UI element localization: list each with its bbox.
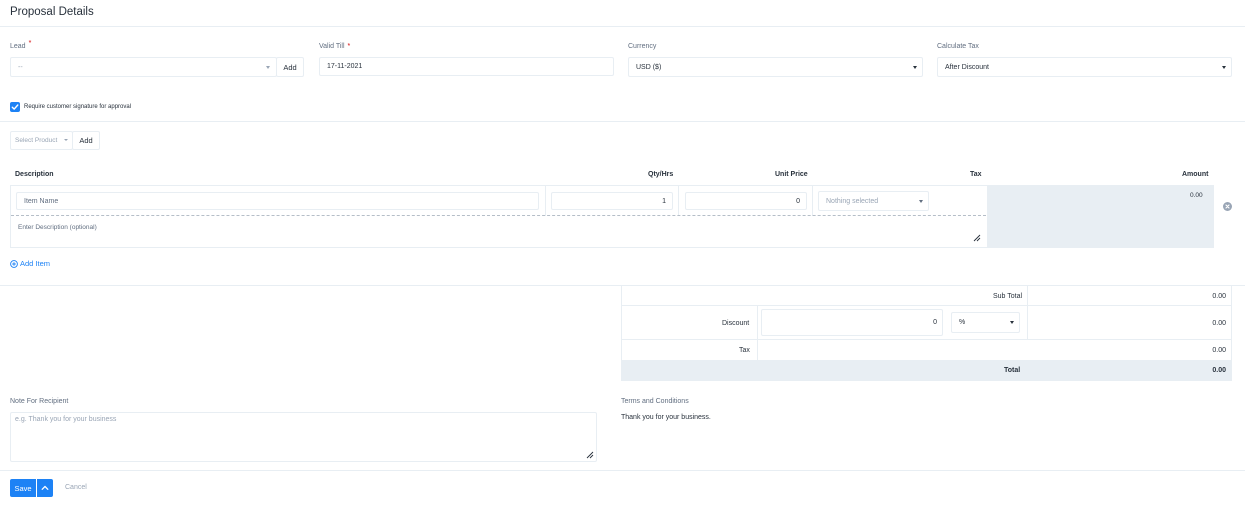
lead-select-value: -- [18, 63, 23, 71]
add-product-button[interactable]: Add [72, 131, 100, 150]
terms-text: Thank you for your business. [621, 414, 711, 421]
chevron-down-icon [913, 66, 917, 69]
chevron-down-icon [266, 66, 270, 69]
cancel-button[interactable]: Cancel [65, 484, 87, 491]
header-divider [0, 26, 1245, 27]
plus-circle-icon [10, 259, 18, 268]
calculate-tax-select[interactable]: After Discount [937, 57, 1232, 77]
lead-label: Lead * [10, 40, 32, 50]
product-select[interactable]: Select Product [10, 131, 73, 150]
tax-value: 0.00 [1212, 347, 1226, 354]
note-label: Note For Recipient [10, 398, 69, 405]
discount-label: Discount [722, 320, 750, 327]
resize-handle-icon [973, 234, 981, 242]
resize-handle-icon [586, 451, 594, 459]
discount-input[interactable]: 0 [761, 309, 943, 336]
amount-cell [987, 186, 1214, 248]
save-options-button[interactable] [37, 479, 53, 497]
tax-select[interactable]: Nothing selected [818, 191, 929, 211]
tax-label: Tax [739, 347, 750, 354]
chevron-down-icon [919, 200, 923, 203]
save-button[interactable]: Save [10, 479, 36, 497]
page-title: Proposal Details [10, 6, 94, 18]
currency-select[interactable]: USD ($) [628, 57, 923, 77]
signature-checkbox[interactable] [10, 102, 20, 112]
calculate-tax-label: Calculate Tax [937, 43, 979, 50]
sub-total-value: 0.00 [1212, 293, 1226, 300]
remove-item-icon[interactable] [1223, 202, 1232, 211]
discount-type-select[interactable]: % [951, 312, 1020, 333]
column-header-amount: Amount [1182, 171, 1209, 178]
add-item-link[interactable]: Add Item [10, 259, 50, 268]
description-textarea[interactable]: Enter Description (optional) [11, 216, 986, 247]
column-header-description: Description [15, 171, 54, 178]
chevron-up-icon [41, 485, 49, 490]
total-value: 0.00 [1212, 367, 1226, 374]
signature-label: Require customer signature for approval [24, 104, 132, 110]
chevron-down-icon [1010, 321, 1014, 324]
unit-price-input[interactable]: 0 [685, 192, 807, 210]
currency-label: Currency [628, 43, 657, 50]
valid-till-input[interactable]: 17-11-2021 [319, 57, 614, 76]
qty-input[interactable]: 1 [551, 192, 673, 210]
column-header-tax: Tax [970, 171, 982, 178]
terms-label: Terms and Conditions [621, 398, 689, 405]
column-header-qty: Qty/Hrs [648, 171, 674, 178]
item-row-divider-1 [545, 185, 546, 216]
amount-value: 0.00 [1190, 192, 1203, 199]
item-row-divider-3 [812, 185, 813, 216]
valid-till-label: Valid Till * [319, 43, 351, 50]
chevron-down-icon [1222, 66, 1226, 69]
chevron-down-icon [64, 139, 68, 141]
add-lead-button[interactable]: Add [276, 57, 304, 77]
sub-total-label: Sub Total [993, 293, 1023, 300]
note-textarea[interactable]: e.g. Thank you for your business [10, 412, 597, 462]
section-divider [0, 121, 1245, 122]
check-icon [11, 104, 19, 110]
footer-divider [0, 470, 1245, 471]
lead-select[interactable]: -- [10, 57, 277, 77]
total-label: Total [1004, 367, 1021, 374]
discount-amount: 0.00 [1212, 320, 1226, 327]
item-name-input[interactable]: Item Name [16, 192, 539, 210]
column-header-unit-price: Unit Price [775, 171, 808, 178]
item-row-divider-2 [678, 185, 679, 216]
